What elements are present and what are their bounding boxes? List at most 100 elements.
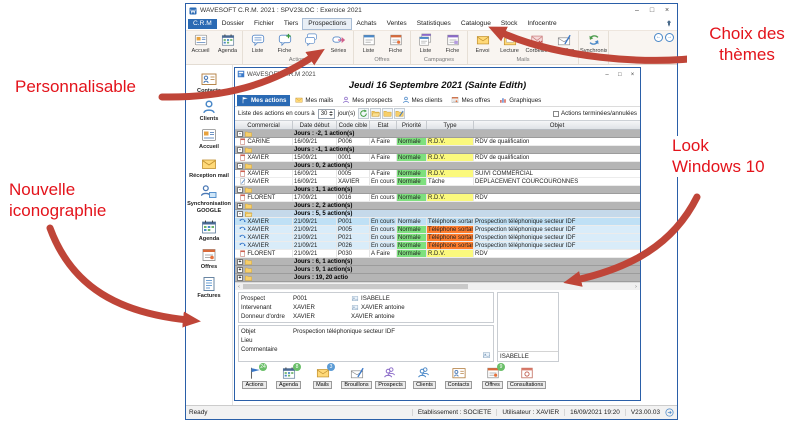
menu-item-infocentre[interactable]: Infocentre <box>522 19 561 29</box>
expander-icon[interactable]: - <box>237 131 243 137</box>
toolbar-liste[interactable]: Liste <box>244 32 271 57</box>
bottom-nav-consultations[interactable]: Consultations <box>511 366 542 389</box>
menu-item-catalogue[interactable]: Catalogue <box>456 19 496 29</box>
bottom-nav-brouillons[interactable]: Brouillons <box>341 366 372 389</box>
table-row[interactable]: XAVIER21/09/21P001En coursNormaleTélépho… <box>235 218 640 226</box>
table-group-row[interactable]: +Jours : 6, 1 action(s) <box>235 258 640 266</box>
menu-item-fichier[interactable]: Fichier <box>249 19 279 29</box>
table-row[interactable]: XAVIER16/09/210005A FaireNormaleR.D.V.SU… <box>235 170 640 178</box>
scrollbar-thumb[interactable] <box>243 284 468 289</box>
expander-icon[interactable]: - <box>237 211 243 217</box>
child-minimize-button[interactable]: – <box>602 72 613 78</box>
bottom-nav-mails[interactable]: 3Mails <box>307 366 338 389</box>
tab-mes-clients[interactable]: Mes clients <box>398 95 447 106</box>
table-row[interactable]: CARINE16/09/21P006A FaireNormaleR.D.V.RD… <box>235 138 640 146</box>
menu-item-statistiques[interactable]: Statistiques <box>412 19 456 29</box>
table-group-row[interactable]: +Jours : 9, 1 action(s) <box>235 266 640 274</box>
tab-mes-mails[interactable]: Mes mails <box>291 95 337 106</box>
toolbar-bubble-multi[interactable] <box>298 32 325 57</box>
column-header-code-cible[interactable]: Code cible <box>337 121 370 129</box>
toolbar-brouillon[interactable]: Brouillon <box>550 32 577 57</box>
toolbar-fiche[interactable]: Fiche <box>271 32 298 57</box>
menu-item-stock[interactable]: Stock <box>496 19 523 29</box>
toolbar-fiche[interactable]: Fiche <box>382 32 409 57</box>
toolbar-agenda[interactable]: Agenda <box>214 32 241 57</box>
toolbar-synchronis[interactable]: Synchronis. <box>580 32 607 57</box>
maximize-button[interactable]: □ <box>645 7 659 14</box>
toolbar-envoi[interactable]: Envoi <box>469 32 496 57</box>
bottom-nav-clients[interactable]: Clients <box>409 366 440 389</box>
minimize-button[interactable]: – <box>630 7 644 14</box>
filter-button-folder[interactable] <box>382 108 393 119</box>
tab-mes-offres[interactable]: Mes offres <box>447 95 494 106</box>
filter-button-folder-edit[interactable] <box>394 108 405 119</box>
table-row[interactable]: XAVIER21/09/21P021En coursNormaleTélépho… <box>235 234 640 242</box>
pin-icon[interactable] <box>665 19 673 28</box>
toolbar-fiche[interactable]: Fiche <box>439 32 466 57</box>
column-header-objet[interactable]: Objet <box>474 121 640 129</box>
column-header-type[interactable]: Type <box>427 121 474 129</box>
column-header-priorite[interactable]: Priorité <box>397 121 427 129</box>
table-row[interactable]: FLORENT17/09/210016En coursNormaleR.D.V.… <box>235 194 640 202</box>
table-row[interactable]: FLORENT21/09/21P030A FaireNormaleR.D.V.R… <box>235 250 640 258</box>
sidebar-item-reception-mail[interactable]: Réception mail <box>186 153 232 181</box>
forward-icon[interactable]: → <box>665 33 674 42</box>
expander-icon[interactable]: + <box>237 203 243 209</box>
days-spinner[interactable]: 30 <box>318 109 335 119</box>
toolbar-accueil[interactable]: Accueil <box>187 32 214 57</box>
tab-mes-actions[interactable]: Mes actions <box>237 95 290 106</box>
horizontal-scrollbar[interactable]: ‹ › <box>235 282 640 290</box>
table-row[interactable]: XAVIER16/09/21XAVIEREn coursNormaleTâche… <box>235 178 640 186</box>
expander-icon[interactable]: - <box>237 187 243 193</box>
sidebar-item-clients[interactable]: Clients <box>186 96 232 124</box>
table-row[interactable]: XAVIER15/09/210001A FaireNormaleR.D.V.RD… <box>235 154 640 162</box>
finished-actions-checkbox[interactable]: Actions terminées/annulées <box>553 110 637 117</box>
sidebar-item-contacts[interactable]: Contacts <box>186 68 232 96</box>
bottom-nav-actions[interactable]: 24Actions <box>239 366 270 389</box>
expander-icon[interactable]: - <box>237 147 243 153</box>
table-group-row[interactable]: -Jours : -2, 1 action(s) <box>235 130 640 138</box>
tab-mes-prospects[interactable]: Mes prospects <box>338 95 396 106</box>
menu-item-ventes[interactable]: Ventes <box>382 19 412 29</box>
scroll-left-icon[interactable]: ‹ <box>235 284 243 290</box>
scroll-right-icon[interactable]: › <box>632 284 640 290</box>
toolbar-series[interactable]: Séries <box>325 32 352 57</box>
child-close-button[interactable]: × <box>627 72 638 78</box>
toolbar-corbeille[interactable]: Corbeille <box>523 32 550 57</box>
bottom-nav-prospects[interactable]: Prospects <box>375 366 406 389</box>
close-button[interactable]: × <box>660 7 674 14</box>
toolbar-lecture[interactable]: Lecture <box>496 32 523 57</box>
checkbox-icon[interactable] <box>553 111 559 117</box>
participant-item[interactable]: ISABELLE <box>498 351 558 361</box>
table-group-row[interactable]: +Jours : 19, 20 actio <box>235 274 640 282</box>
menu-item-dossier[interactable]: Dossier <box>217 19 249 29</box>
table-row[interactable]: XAVIER21/09/21P005En coursNormaleTélépho… <box>235 226 640 234</box>
table-group-row[interactable]: -Jours : 0, 2 action(s) <box>235 162 640 170</box>
bottom-nav-contacts[interactable]: Contacts <box>443 366 474 389</box>
menu-item-c-r-m[interactable]: C.R.M <box>188 19 217 29</box>
bottom-nav-agenda[interactable]: 8Agenda <box>273 366 304 389</box>
sidebar-item-offres[interactable]: Offres <box>186 245 232 273</box>
toolbar-liste[interactable]: Liste <box>412 32 439 57</box>
sidebar-item-synchronisation-google[interactable]: Synchronisation GOOGLE <box>186 182 232 217</box>
tab-graphiques[interactable]: Graphiques <box>495 95 545 106</box>
menu-item-achats[interactable]: Achats <box>351 19 381 29</box>
expander-icon[interactable]: + <box>237 275 243 281</box>
table-row[interactable]: XAVIER21/09/21P026En coursNormaleTélépho… <box>235 242 640 250</box>
menu-item-tiers[interactable]: Tiers <box>279 19 303 29</box>
expander-icon[interactable]: + <box>237 259 243 265</box>
back-icon[interactable]: ← <box>654 33 663 42</box>
bottom-nav-offres[interactable]: 9Offres <box>477 366 508 389</box>
child-maximize-button[interactable]: □ <box>614 72 625 78</box>
column-header-etat[interactable]: Etat <box>370 121 397 129</box>
table-group-row[interactable]: -Jours : 1, 1 action(s) <box>235 186 640 194</box>
column-header-date-debut[interactable]: Date début <box>293 121 337 129</box>
spinner-arrows-icon[interactable] <box>329 111 333 116</box>
sidebar-item-factures[interactable]: Factures <box>186 273 232 301</box>
column-header-commercial[interactable]: Commercial <box>235 121 293 129</box>
table-group-row[interactable]: +Jours : 2, 2 action(s) <box>235 202 640 210</box>
sidebar-item-accueil[interactable]: Accueil <box>186 125 232 153</box>
filter-button-refresh[interactable] <box>358 108 369 119</box>
table-group-row[interactable]: -Jours : -1, 1 action(s) <box>235 146 640 154</box>
menu-item-prospections[interactable]: Prospections <box>303 19 351 29</box>
